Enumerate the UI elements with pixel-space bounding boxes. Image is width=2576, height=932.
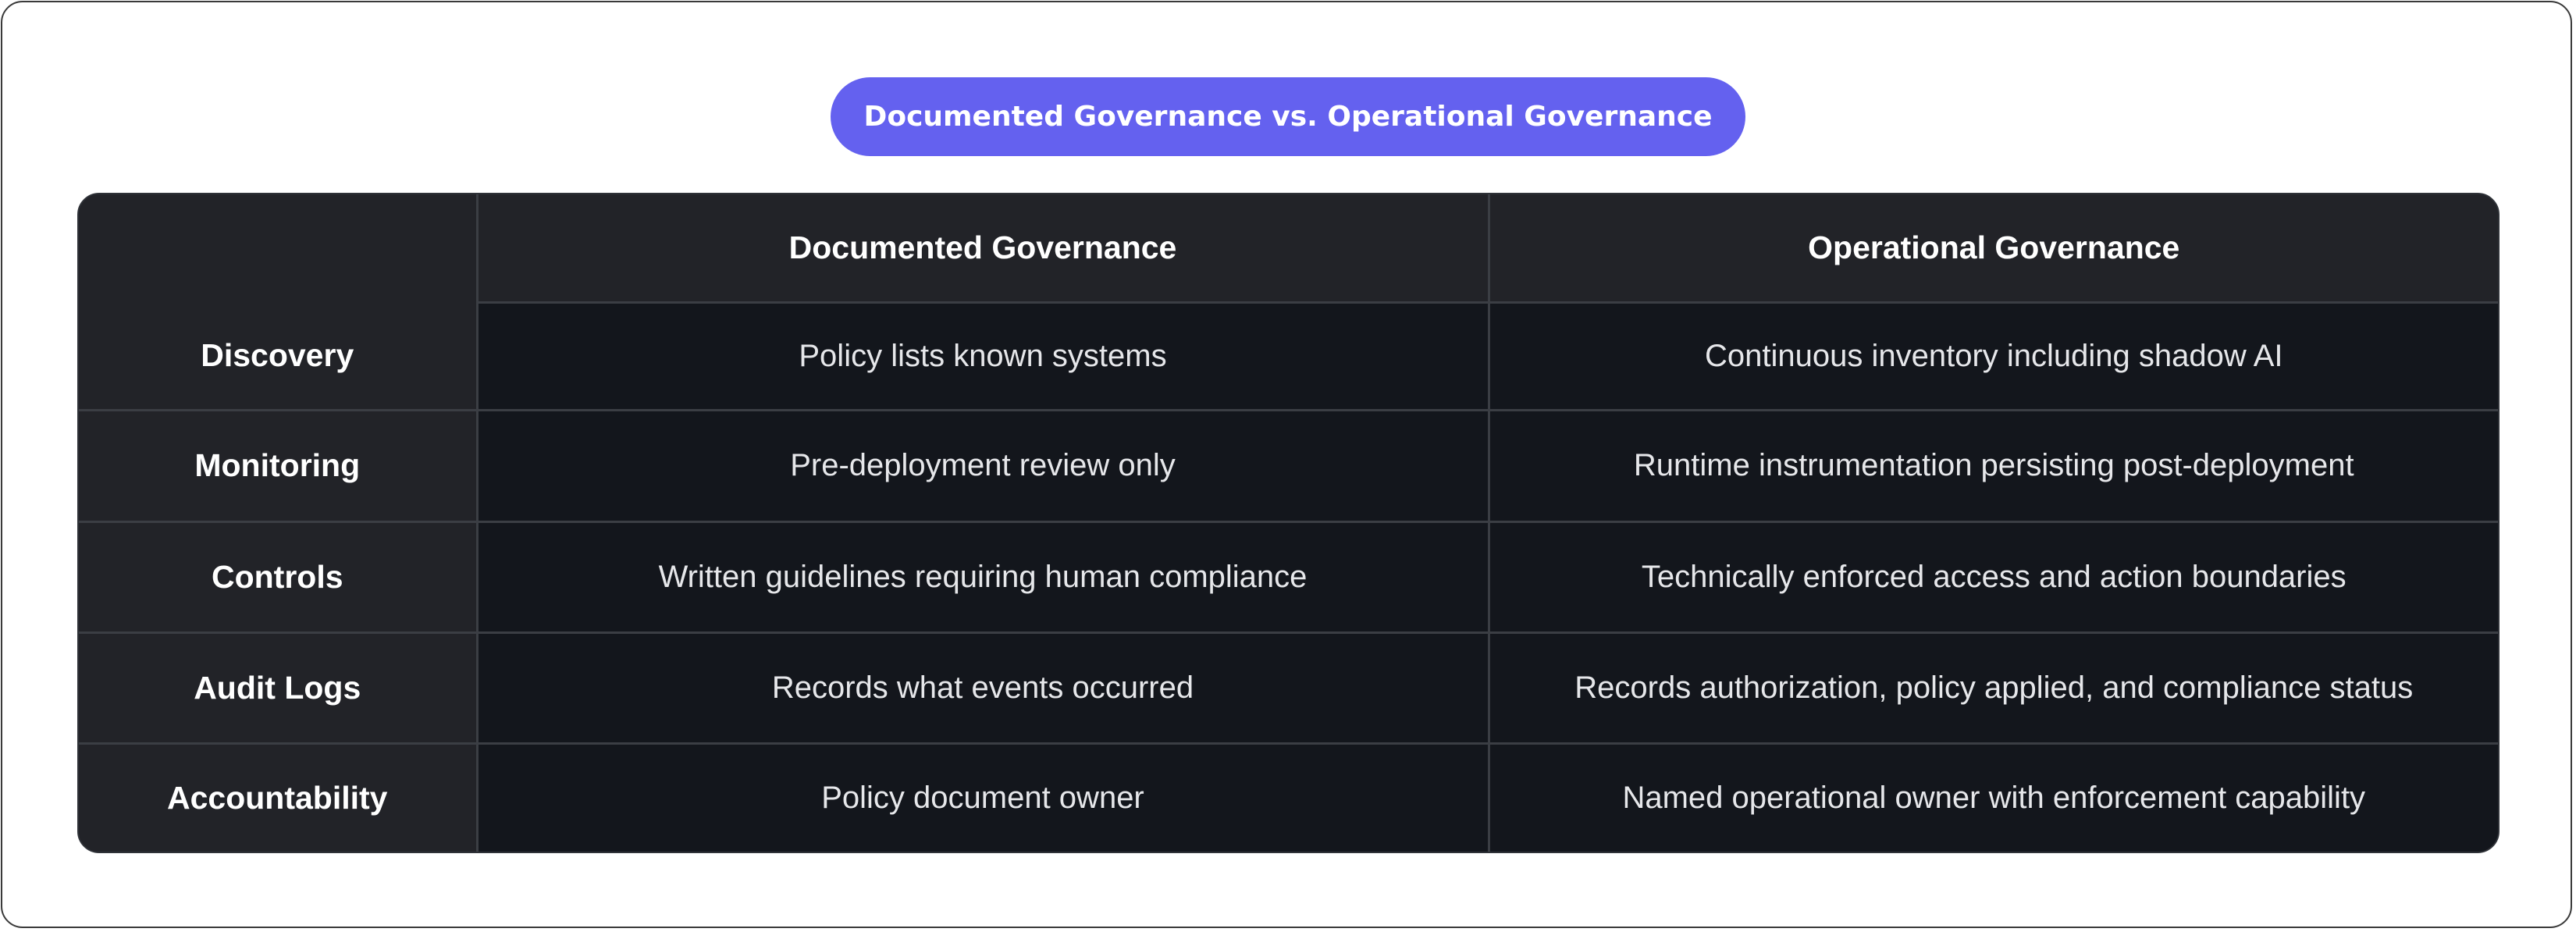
table-row: Monitoring Pre-deployment review only Ru… [79,409,2498,523]
header-documented-governance: Documented Governance [475,194,1490,303]
table-row: Controls Written guidelines requiring hu… [79,520,2498,634]
documented-cell: Pre-deployment review only [475,409,1490,523]
governance-table: Documented Governance Operational Govern… [79,194,2498,852]
documented-cell: Policy lists known systems [475,301,1490,412]
row-label: Audit Logs [79,631,479,745]
operational-cell: Records authorization, policy applied, a… [1487,631,2498,745]
row-label: Discovery [79,302,479,412]
row-label: Controls [79,520,479,634]
operational-cell: Named operational owner with enforcement… [1487,742,2498,852]
operational-cell: Technically enforced access and action b… [1487,520,2498,634]
documented-cell: Written guidelines requiring human compl… [475,520,1490,634]
operational-cell: Continuous inventory including shadow AI [1487,301,2498,412]
title-badge: Documented Governance vs. Operational Go… [831,77,1745,156]
row-label: Monitoring [79,409,479,523]
documented-cell: Records what events occurred [475,631,1490,745]
header-corner [79,194,479,303]
header-operational-governance: Operational Governance [1487,194,2498,303]
documented-cell: Policy document owner [475,742,1490,852]
table-row: Audit Logs Records what events occurred … [79,631,2498,745]
table-row: Discovery Policy lists known systems Con… [79,301,2498,412]
table-row: Accountability Policy document owner Nam… [79,742,2498,852]
operational-cell: Runtime instrumentation persisting post-… [1487,409,2498,523]
table-header-row: Documented Governance Operational Govern… [79,194,2498,303]
row-label: Accountability [79,742,479,852]
comparison-table: Documented Governance Operational Govern… [77,193,2500,853]
